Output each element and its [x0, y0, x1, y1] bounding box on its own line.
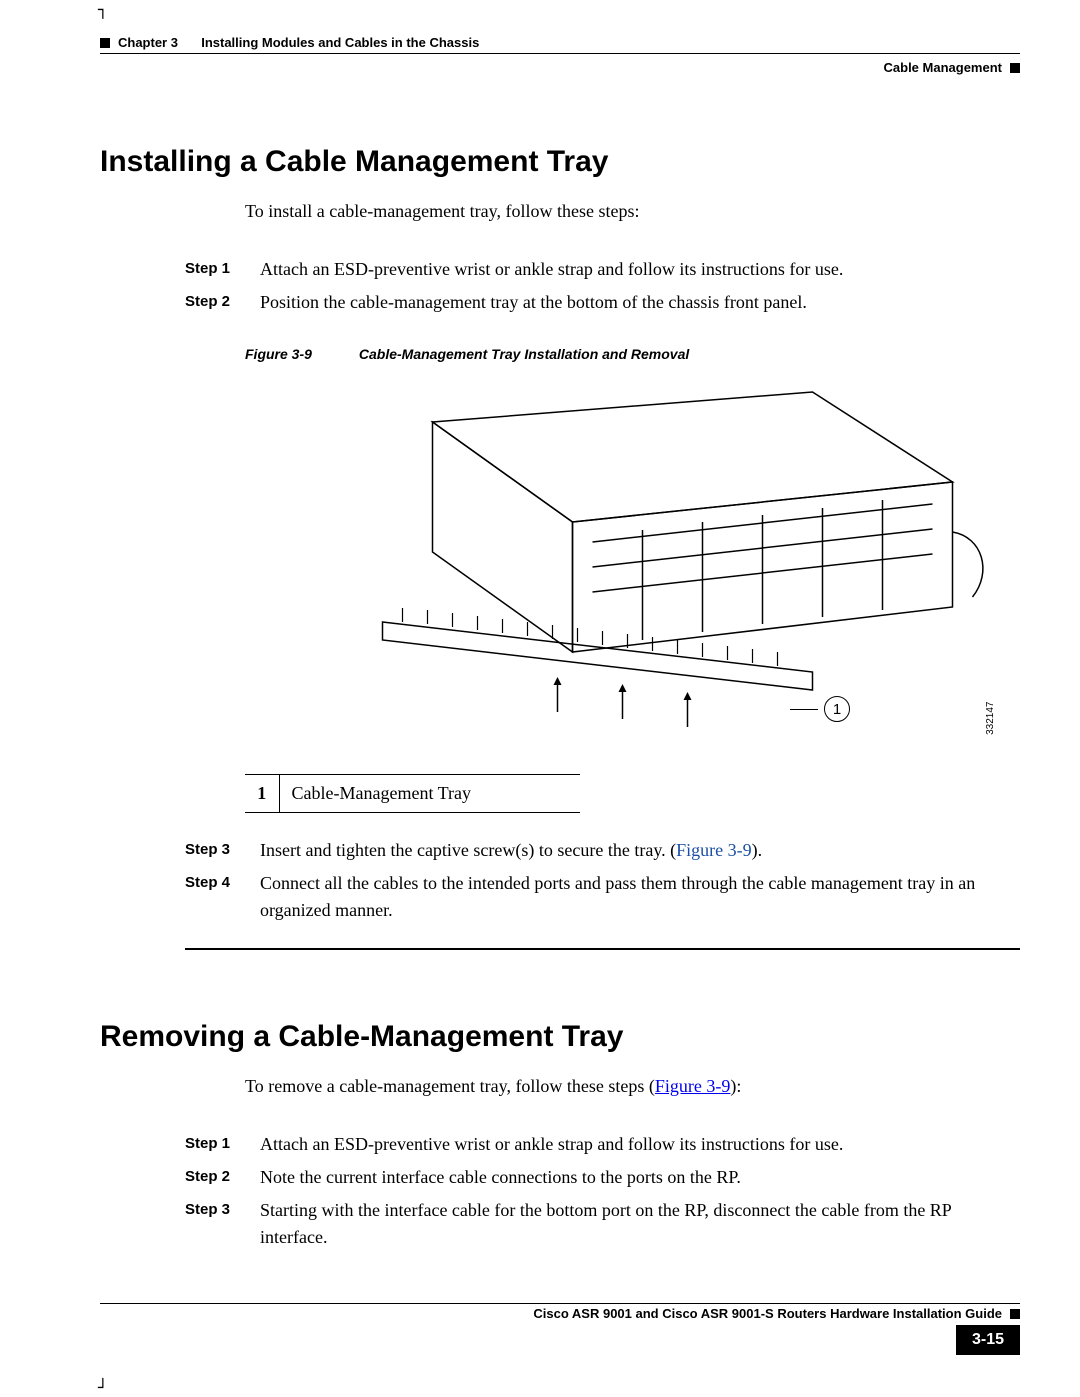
section-title-installing: Installing a Cable Management Tray — [100, 145, 1020, 179]
step-row: Step 4 Connect all the cables to the int… — [185, 870, 1020, 924]
header-rule — [100, 53, 1020, 54]
header-marker-icon — [100, 38, 110, 48]
chassis-line-art-icon — [245, 372, 1020, 752]
chapter-label: Chapter 3 — [118, 35, 178, 50]
step-row: Step 3 Starting with the interface cable… — [185, 1197, 1020, 1251]
step-label: Step 3 — [185, 1197, 240, 1251]
legend-row: 1 Cable-Management Tray — [245, 775, 580, 813]
crop-mark-top: ┐ — [98, 0, 108, 19]
step-label: Step 1 — [185, 1131, 240, 1158]
figure-label: Figure 3-9 — [245, 346, 355, 362]
figure-legend-table: 1 Cable-Management Tray — [245, 774, 580, 813]
footer-rule — [100, 1303, 1020, 1304]
step-text: Attach an ESD-preventive wrist or ankle … — [260, 1131, 1020, 1158]
header-marker-icon — [1010, 63, 1020, 73]
footer-marker-icon — [1010, 1309, 1020, 1319]
footer-guide-title: Cisco ASR 9001 and Cisco ASR 9001-S Rout… — [533, 1306, 1002, 1321]
page-footer: Cisco ASR 9001 and Cisco ASR 9001-S Rout… — [100, 1303, 1020, 1355]
legend-text: Cable-Management Tray — [279, 775, 580, 813]
step-label: Step 1 — [185, 256, 240, 283]
intro-installing: To install a cable-management tray, foll… — [245, 201, 1020, 222]
figure-ref-link[interactable]: Figure 3-9 — [676, 840, 752, 860]
step-row: Step 1 Attach an ESD-preventive wrist or… — [185, 256, 1020, 283]
step-label: Step 4 — [185, 870, 240, 924]
step-text: Position the cable-management tray at th… — [260, 289, 1020, 316]
figure-ref-link[interactable]: Figure 3-9 — [655, 1076, 731, 1096]
step-text: Insert and tighten the captive screw(s) … — [260, 837, 1020, 864]
step-text: Note the current interface cable connect… — [260, 1164, 1020, 1191]
step-text: Attach an ESD-preventive wrist or ankle … — [260, 256, 1020, 283]
step-row: Step 2 Position the cable-management tra… — [185, 289, 1020, 316]
section-installing: Installing a Cable Management Tray To in… — [100, 145, 1020, 950]
figure-title: Cable-Management Tray Installation and R… — [359, 346, 689, 362]
crop-mark-bottom: ┘ — [98, 1378, 108, 1397]
chapter-title: Installing Modules and Cables in the Cha… — [201, 35, 479, 50]
step-text: Connect all the cables to the intended p… — [260, 870, 1020, 924]
section-title-removing: Removing a Cable-Management Tray — [100, 1020, 1020, 1054]
page-number: 3-15 — [956, 1325, 1020, 1355]
step-label: Step 2 — [185, 289, 240, 316]
steps-end-rule — [185, 948, 1020, 950]
step-row: Step 3 Insert and tighten the captive sc… — [185, 837, 1020, 864]
step-label: Step 3 — [185, 837, 240, 864]
page-header: Chapter 3 Installing Modules and Cables … — [100, 35, 1020, 75]
legend-num: 1 — [245, 775, 279, 813]
figure-illustration: 1 332147 — [245, 372, 1020, 752]
step-row: Step 2 Note the current interface cable … — [185, 1164, 1020, 1191]
step-text: Starting with the interface cable for th… — [260, 1197, 1020, 1251]
figure-callout: 1 — [790, 696, 850, 722]
section-removing: Removing a Cable-Management Tray To remo… — [100, 1020, 1020, 1251]
step-label: Step 2 — [185, 1164, 240, 1191]
section-label: Cable Management — [884, 60, 1002, 75]
figure-image-id: 332147 — [985, 702, 996, 735]
intro-removing: To remove a cable-management tray, follo… — [245, 1076, 1020, 1097]
figure-caption: Figure 3-9 Cable-Management Tray Install… — [245, 346, 1020, 362]
callout-number: 1 — [824, 696, 850, 722]
step-row: Step 1 Attach an ESD-preventive wrist or… — [185, 1131, 1020, 1158]
